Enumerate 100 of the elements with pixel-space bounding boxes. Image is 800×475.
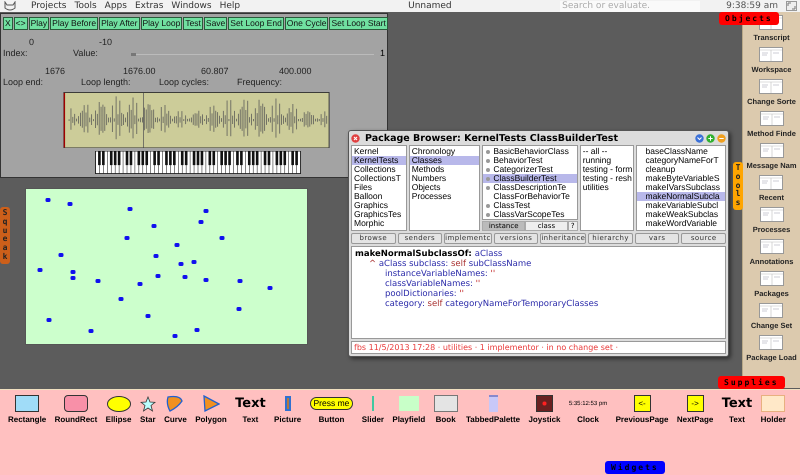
supply-label[interactable]: Clock bbox=[577, 415, 599, 424]
sample-button[interactable]: Press me bbox=[310, 397, 354, 410]
flap-tab[interactable]: Squeak bbox=[0, 207, 10, 264]
window-thumbnail-icon[interactable] bbox=[759, 303, 784, 318]
list-item[interactable]: ClassDescriptionTe bbox=[483, 183, 577, 192]
supply-label[interactable]: Picture bbox=[274, 415, 302, 424]
menu-item[interactable]: Help bbox=[220, 1, 240, 11]
code-pane[interactable]: makeNormalSubclassOf: aClass ^ aClass subclass: self subClassName instanceVariableNames: '' classVariableNames: '' poolDictionaries: '' category: self categoryNameForTemporaryClasses bbox=[351, 246, 726, 339]
ellipse-icon[interactable] bbox=[106, 396, 131, 412]
list-item[interactable]: Processes bbox=[410, 192, 480, 201]
supply-label[interactable]: Ellipse bbox=[106, 415, 132, 424]
supply-label[interactable]: Star bbox=[140, 415, 156, 424]
supply-label[interactable]: Button bbox=[318, 415, 344, 424]
menu-item[interactable]: Windows bbox=[171, 1, 212, 11]
editor-button[interactable]: One Cycle bbox=[284, 17, 328, 30]
curve-shape-icon[interactable] bbox=[166, 395, 184, 412]
list-item[interactable]: -- all -- bbox=[580, 147, 634, 156]
list-item[interactable]: GraphicsTes bbox=[352, 210, 406, 219]
triangle-icon[interactable] bbox=[202, 395, 220, 412]
supply-label[interactable]: Text bbox=[242, 415, 258, 424]
list-item[interactable]: Methods bbox=[410, 165, 480, 174]
list-item[interactable]: ClassBuilderTest bbox=[483, 174, 577, 183]
list-item[interactable]: running bbox=[580, 156, 634, 165]
page-button[interactable]: <- bbox=[634, 395, 651, 412]
list-item[interactable]: baseClassName bbox=[637, 147, 725, 156]
list-item[interactable]: Objects bbox=[410, 183, 480, 192]
text-sample[interactable]: Text bbox=[722, 396, 752, 411]
rounded-rectangle-icon[interactable] bbox=[64, 395, 88, 412]
list-item[interactable]: ClassForBehaviorTe bbox=[483, 192, 577, 201]
list-item[interactable]: Kernel bbox=[352, 147, 406, 156]
menu-item[interactable]: Apps bbox=[104, 1, 127, 11]
star-icon[interactable] bbox=[140, 396, 156, 412]
list-item[interactable]: Files bbox=[352, 183, 406, 192]
list-item[interactable]: Chronology bbox=[410, 147, 480, 156]
editor-button[interactable]: Set Loop End bbox=[228, 17, 284, 30]
list-item[interactable]: CategorizerTest bbox=[483, 165, 577, 174]
editor-button[interactable]: Play Loop bbox=[140, 17, 182, 30]
window-thumbnail-icon[interactable] bbox=[760, 207, 784, 222]
supply-label[interactable]: Text bbox=[729, 415, 745, 424]
editor-button[interactable]: Save bbox=[204, 17, 228, 30]
list-item[interactable]: KernelTests bbox=[352, 156, 406, 165]
list-item[interactable]: ClassTest bbox=[483, 201, 577, 210]
window-thumbnail-icon[interactable] bbox=[760, 271, 784, 286]
slider-icon[interactable] bbox=[372, 396, 374, 411]
list-item[interactable]: testing - resh bbox=[580, 174, 634, 183]
search-field[interactable]: Search or evaluate. bbox=[560, 0, 700, 12]
list-item[interactable]: Numbers bbox=[410, 174, 480, 183]
picture-icon[interactable] bbox=[284, 396, 291, 411]
list-item[interactable]: Graphics bbox=[352, 201, 406, 210]
palette-icon[interactable] bbox=[488, 395, 498, 412]
supply-label[interactable]: Book bbox=[436, 415, 456, 424]
squeak-logo-icon[interactable] bbox=[3, 0, 17, 12]
list-item[interactable]: CollectionsT bbox=[352, 174, 406, 183]
list-item[interactable]: ClassVarScopeTes bbox=[483, 210, 577, 219]
window-thumbnail-icon[interactable] bbox=[760, 111, 784, 126]
holder-icon[interactable] bbox=[761, 395, 786, 412]
list-item[interactable]: makeByteVariableS bbox=[637, 174, 725, 183]
menu-item[interactable]: Projects bbox=[31, 1, 66, 11]
supply-label[interactable]: Polygon bbox=[195, 415, 227, 424]
list-item[interactable]: makeWordVariable bbox=[637, 219, 725, 228]
list-item[interactable]: Balloon bbox=[352, 192, 406, 201]
slider-thumb[interactable] bbox=[131, 53, 136, 56]
menu-item[interactable]: Tools bbox=[74, 1, 97, 11]
list-item[interactable]: makeWeakSubclas bbox=[637, 210, 725, 219]
menu-icon[interactable] bbox=[717, 134, 726, 142]
list-item[interactable]: testing - form bbox=[580, 165, 634, 174]
window-thumbnail-icon[interactable] bbox=[760, 239, 784, 254]
editor-button[interactable]: X bbox=[3, 17, 13, 30]
editor-button[interactable]: Play Before bbox=[50, 17, 98, 30]
editor-button[interactable]: Test bbox=[183, 17, 203, 30]
flap-tab[interactable]: Objects bbox=[719, 12, 779, 25]
supply-label[interactable]: Joystick bbox=[528, 415, 560, 424]
menu-item[interactable]: Extras bbox=[134, 1, 164, 11]
list-item[interactable]: makeNormalSubcla bbox=[637, 192, 725, 201]
fullscreen-icon[interactable] bbox=[786, 1, 797, 11]
supply-label[interactable]: Rectangle bbox=[8, 415, 46, 424]
flap-tab[interactable]: Tools bbox=[733, 162, 743, 210]
window-thumbnail-icon[interactable] bbox=[759, 47, 784, 62]
playfield-drawing[interactable] bbox=[25, 188, 308, 345]
rectangle-icon[interactable] bbox=[15, 395, 40, 412]
list-item[interactable]: Collections bbox=[352, 165, 406, 174]
expand-icon[interactable] bbox=[706, 134, 715, 142]
window-thumbnail-icon[interactable] bbox=[760, 143, 784, 158]
close-icon[interactable] bbox=[351, 134, 360, 142]
supply-label[interactable]: RoundRect bbox=[54, 415, 98, 424]
list-item[interactable]: categoryNameForT bbox=[637, 156, 725, 165]
window-thumbnail-icon[interactable] bbox=[759, 175, 784, 190]
supply-label[interactable]: Playfield bbox=[392, 415, 426, 424]
supply-label[interactable]: PreviousPage bbox=[616, 415, 668, 424]
joystick-icon[interactable] bbox=[536, 395, 553, 412]
flap-tab[interactable]: Supplies bbox=[718, 376, 785, 389]
text-sample[interactable]: Text bbox=[235, 396, 266, 411]
list-item[interactable]: BasicBehaviorClass bbox=[483, 147, 577, 156]
list-item[interactable]: cleanup bbox=[637, 165, 725, 174]
list-item[interactable]: Classes bbox=[410, 156, 480, 165]
supply-label[interactable]: TabbedPalette bbox=[466, 415, 520, 424]
editor-button[interactable]: Set Loop Start bbox=[329, 17, 388, 30]
editor-button[interactable]: Play bbox=[28, 17, 50, 30]
playfield-icon[interactable] bbox=[398, 396, 419, 411]
list-item[interactable]: BehaviorTest bbox=[483, 156, 577, 165]
